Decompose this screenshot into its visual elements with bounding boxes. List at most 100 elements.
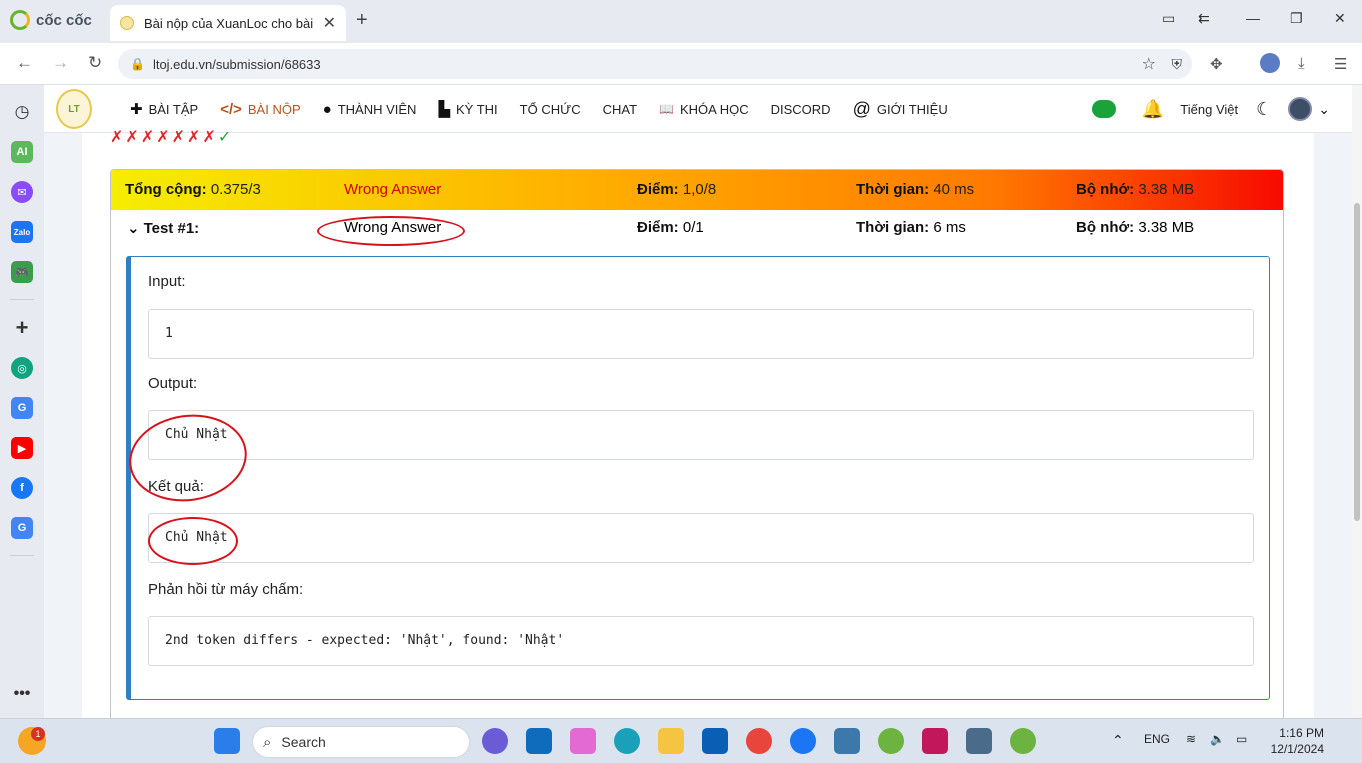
menu-khoa-hoc[interactable]: 📖 KHÓA HỌC [659,102,749,117]
menu-ky-thi[interactable]: ▙ KỲ THI [438,100,497,118]
close-window-button[interactable]: ✕ [1334,10,1346,27]
translate-icon-2[interactable]: G [11,517,33,539]
facebook-icon[interactable]: f [11,477,33,499]
add-icon[interactable]: + [11,315,33,340]
feedback-box[interactable]: 2nd token differs - expected: 'Nhật', fo… [148,616,1254,666]
menu-label: BÀI NỘP [247,101,301,117]
chrome-icon[interactable] [746,728,772,754]
shield-icon[interactable]: ⛨ [1172,56,1183,73]
menu-bai-nop[interactable]: </> BÀI NỘP [220,101,300,118]
zalo-app-icon[interactable] [790,728,816,754]
ai-icon[interactable]: AI [11,141,33,163]
reload-button[interactable]: ↻ [88,53,102,73]
game-icon[interactable]: 🎮 [11,261,33,283]
tray-chevron-up-icon[interactable]: ⌃ [1112,732,1124,749]
dark-mode-icon[interactable]: ☾ [1256,99,1272,120]
chevron-down-icon[interactable]: ⌄ [1318,101,1330,118]
output-label: Output: [148,375,198,392]
calculator-icon[interactable] [966,728,992,754]
test-points: 0/1 [682,219,704,236]
start-icon[interactable] [214,728,240,754]
browser-tab[interactable]: Bài nộp của XuanLoc cho bài ✕ [110,5,346,41]
messenger-icon[interactable]: ✉ [11,181,33,203]
scrollbar-thumb[interactable] [1354,203,1360,521]
menu-gioi-thieu[interactable]: @ GIỚI THIỆU [853,99,948,120]
outlook-classic-icon[interactable] [702,728,728,754]
menu-thanh-vien[interactable]: ● THÀNH VIÊN [323,101,417,118]
bell-icon[interactable]: 🔔 [1142,99,1164,120]
history-icon[interactable]: ◷ [11,101,33,123]
test-points-cell: Điểm: 0/1 [637,219,704,236]
download-icon[interactable]: ⤓ [1298,55,1305,72]
chatgpt-icon[interactable]: ◎ [11,357,33,379]
coccoc-logo-icon [10,10,30,30]
chat-icon[interactable] [1091,100,1116,118]
case-fail-icon[interactable]: ✗ [141,129,156,146]
page-scrollbar[interactable] [1352,85,1362,718]
battery-icon[interactable]: ▭ [1236,732,1247,746]
site-logo[interactable]: LT [56,89,92,129]
taskbar-search[interactable]: ⌕ Search [252,726,470,758]
chevron-down-icon: ⌄ [127,220,140,237]
minimize-button[interactable]: — [1246,10,1260,26]
lock-icon[interactable]: 🔒 [130,57,145,71]
zalo-icon[interactable]: Zalo [11,221,33,243]
language-selector[interactable]: Tiếng Việt [1180,102,1238,117]
language-indicator[interactable]: ENG [1144,732,1170,746]
case-fail-icon[interactable]: ✗ [110,129,125,146]
browser-tabstrip: cốc cốc Bài nộp của XuanLoc cho bài ✕ + … [0,0,1362,43]
translate-icon[interactable]: G [11,397,33,419]
case-fail-icon[interactable]: ✗ [187,129,202,146]
total-time-cell: Thời gian: 40 ms [856,181,974,198]
extensions-icon[interactable]: ✥ [1210,55,1223,73]
total-cell: Tổng cộng: 0.375/3 [125,181,261,198]
winrar-icon[interactable] [922,728,948,754]
case-fail-icon[interactable]: ✗ [156,129,171,146]
test-toggle[interactable]: ⌄ Test #1: [127,219,199,237]
volume-icon[interactable]: 🔈 [1210,732,1225,746]
total-row: Tổng cộng: 0.375/3 Wrong Answer Điểm: 1,… [111,170,1283,210]
menu-chat[interactable]: CHAT [603,102,637,117]
case-fail-icon[interactable]: ✗ [202,129,217,146]
copilot-app-icon[interactable] [482,728,508,754]
youtube-icon[interactable]: ▶ [11,437,33,459]
edge-icon[interactable] [614,728,640,754]
profile-avatar[interactable] [1260,53,1280,73]
test-row[interactable]: ⌄ Test #1: Wrong Answer Điểm: 0/1 Thời gi… [111,210,1283,248]
memory-label: Bộ nhớ: [1076,219,1135,236]
address-bar[interactable]: 🔒 ltoj.edu.vn/submission/68633 ☆ ⛨ [118,49,1192,79]
total-memory: 3.38 MB [1138,181,1195,198]
bookmark-star-icon[interactable]: ☆ [1142,54,1156,74]
case-fail-icon[interactable]: ✗ [172,129,187,146]
wifi-icon[interactable]: ≋ [1186,732,1196,746]
python-icon[interactable] [834,728,860,754]
coccoc-app-icon[interactable] [878,728,904,754]
outlook-icon[interactable] [526,728,552,754]
forward-button[interactable]: → [52,53,69,73]
screen-cast-icon[interactable]: ▭ [1162,10,1175,27]
system-clock[interactable]: 1:16 PM 12/1/2024 [1262,725,1324,757]
output-box[interactable]: Chủ Nhật [148,410,1254,460]
submission-content: ✗✗✗✗✗✗✗✓ Tổng cộng: 0.375/3 Wrong Answer… [82,129,1314,718]
more-icon[interactable]: ••• [11,683,33,705]
back-history-icon[interactable]: ⇇ [1198,10,1210,27]
new-tab-button[interactable]: + [356,9,368,32]
case-pass-icon[interactable]: ✓ [218,129,233,146]
file-explorer-icon[interactable] [658,728,684,754]
menu-label: CHAT [602,101,638,117]
copilot-icon[interactable] [570,728,596,754]
menu-to-chuc[interactable]: TỔ CHỨC [520,102,581,117]
menu-icon[interactable]: ☰ [1334,55,1347,73]
case-fail-icon[interactable]: ✗ [125,129,140,146]
restore-button[interactable]: ❐ [1290,10,1303,27]
menu-bai-tap[interactable]: ✚ BÀI TẬP [130,100,198,118]
back-button[interactable]: ← [16,53,33,73]
user-avatar[interactable] [1288,97,1313,121]
expected-box[interactable]: Chủ Nhật [148,513,1254,563]
coccoc-active-icon[interactable] [1010,728,1036,754]
browser-logo[interactable]: cốc cốc [10,10,92,30]
input-box[interactable]: 1 [148,309,1254,359]
menu-discord[interactable]: DISCORD [771,102,831,117]
close-tab-icon[interactable]: ✕ [323,13,336,33]
test-case-status-row: ✗✗✗✗✗✗✗✓ [110,127,233,147]
